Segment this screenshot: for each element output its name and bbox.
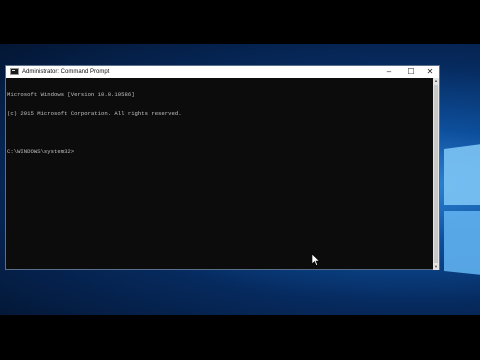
console-output[interactable]: Microsoft Windows [Version 10.0.10586] (… — [6, 78, 433, 270]
window-title: Administrator: Command Prompt — [22, 69, 110, 75]
minimize-button[interactable]: – — [378, 66, 400, 78]
scrollbar-thumb[interactable] — [434, 85, 438, 263]
console-line: (c) 2015 Microsoft Corporation. All righ… — [7, 110, 182, 118]
console-app-icon — [10, 68, 19, 75]
desktop: Administrator: Command Prompt – ☐ ✕ Micr… — [0, 44, 480, 315]
mouse-pointer-icon — [312, 254, 320, 266]
command-prompt-window[interactable]: Administrator: Command Prompt – ☐ ✕ Micr… — [5, 65, 440, 270]
vertical-scrollbar[interactable]: ▲ ▼ — [433, 78, 439, 270]
title-bar[interactable]: Administrator: Command Prompt – ☐ ✕ — [6, 66, 439, 78]
close-button[interactable]: ✕ — [421, 66, 439, 78]
maximize-button[interactable]: ☐ — [400, 66, 422, 78]
scroll-down-icon[interactable]: ▼ — [433, 264, 439, 270]
scroll-up-icon[interactable]: ▲ — [433, 78, 439, 84]
command-prompt-line[interactable]: C:\WINDOWS\system32> — [7, 149, 433, 156]
console-line: Microsoft Windows [Version 10.0.10586] — [7, 90, 135, 98]
